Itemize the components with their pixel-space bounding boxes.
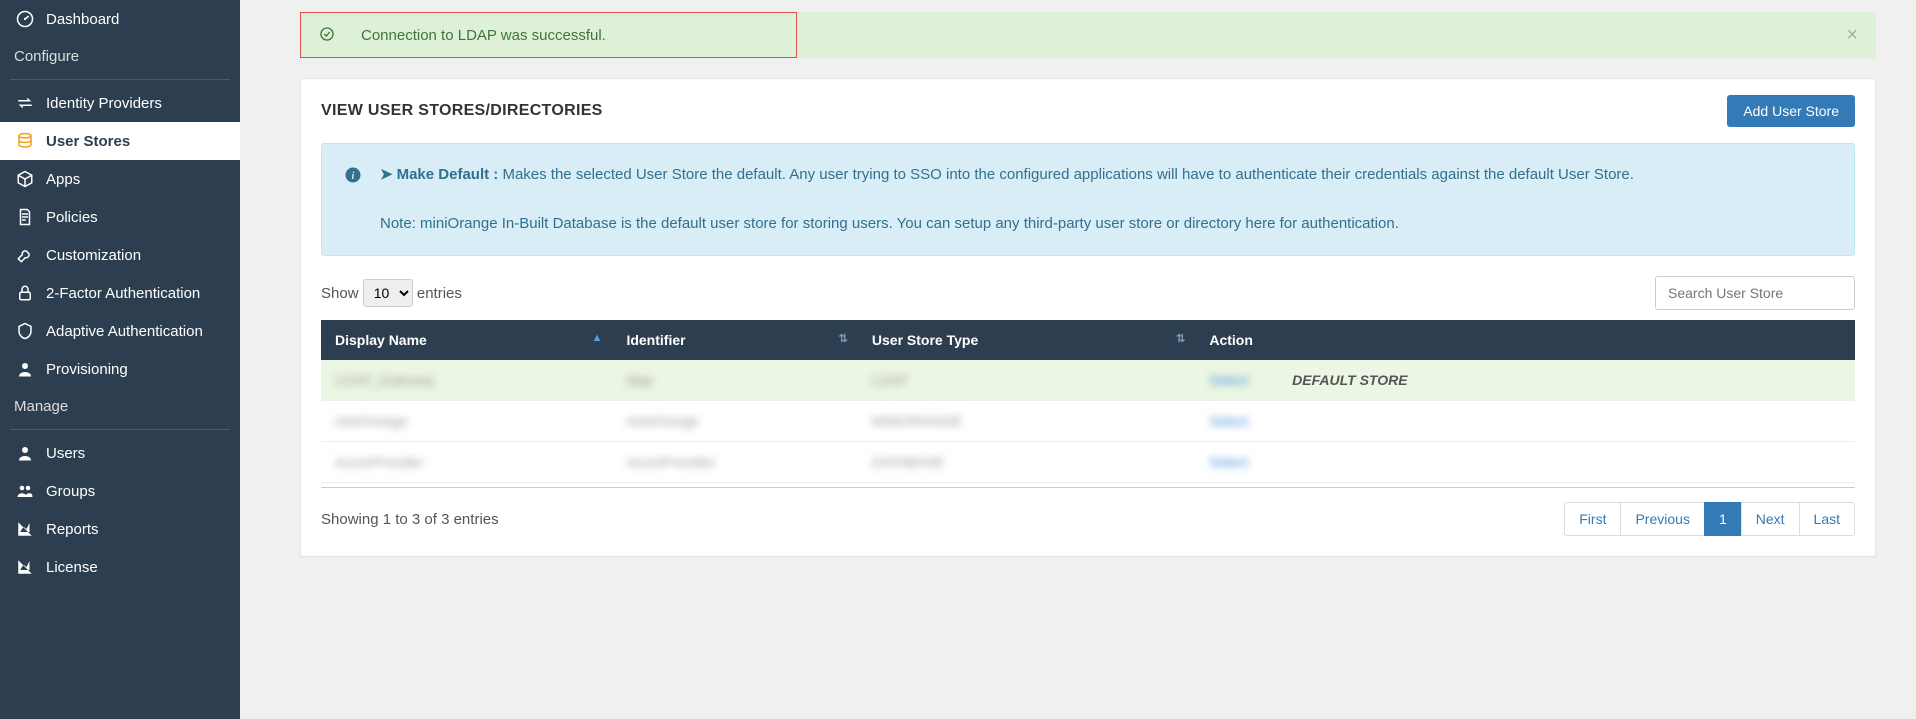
sidebar-item-label: Adaptive Authentication	[46, 323, 203, 340]
table-row: AzureProvider AzureProvider DATABASE Sel…	[321, 442, 1855, 483]
pager-next[interactable]: Next	[1741, 502, 1800, 536]
sidebar: Dashboard Configure Identity Providers U…	[0, 0, 240, 719]
lock-icon	[14, 284, 36, 302]
dashboard-icon	[14, 10, 36, 28]
sidebar-item-label: 2-Factor Authentication	[46, 285, 200, 302]
sidebar-item-label: License	[46, 559, 98, 576]
users-icon	[14, 482, 36, 500]
info-icon: i	[344, 166, 362, 235]
check-circle-icon	[319, 26, 335, 45]
pager-previous[interactable]: Previous	[1620, 502, 1704, 536]
shield-icon	[14, 322, 36, 340]
make-default-label: ➤Make Default :	[380, 166, 498, 183]
sort-asc-icon: ▲	[592, 332, 603, 344]
table-row: LDAP_Gateway ldap LDAP Select DEFAULT ST…	[321, 360, 1855, 401]
alert-close-button[interactable]: ×	[1846, 24, 1858, 47]
make-default-text: Makes the selected User Store the defaul…	[498, 166, 1634, 183]
svg-text:i: i	[352, 171, 355, 182]
pager-last[interactable]: Last	[1799, 502, 1855, 536]
document-icon	[14, 208, 36, 226]
pagination: First Previous 1 Next Last	[1565, 502, 1855, 536]
table-info: Showing 1 to 3 of 3 entries	[321, 511, 499, 528]
col-display-name[interactable]: Display Name ▲	[321, 320, 612, 360]
sidebar-item-2fa[interactable]: 2-Factor Authentication	[0, 274, 240, 312]
chart-icon	[14, 558, 36, 576]
sidebar-item-license[interactable]: License	[0, 548, 240, 586]
sidebar-item-label: Groups	[46, 483, 95, 500]
success-alert: Connection to LDAP was successful. ×	[300, 12, 1876, 58]
col-identifier[interactable]: Identifier ⇅	[612, 320, 857, 360]
sidebar-item-label: Identity Providers	[46, 95, 162, 112]
row-action-link[interactable]: Select	[1209, 372, 1248, 388]
info-note: Note: miniOrange In-Built Database is th…	[380, 213, 1634, 236]
cursor-icon: ➤	[380, 166, 393, 183]
sidebar-item-identity-providers[interactable]: Identity Providers	[0, 84, 240, 122]
sidebar-section-configure: Configure	[0, 38, 240, 75]
sidebar-item-groups[interactable]: Groups	[0, 472, 240, 510]
sidebar-item-label: Reports	[46, 521, 99, 538]
sidebar-item-reports[interactable]: Reports	[0, 510, 240, 548]
add-user-store-button[interactable]: Add User Store	[1727, 95, 1855, 127]
swap-icon	[14, 94, 36, 112]
user-icon	[14, 360, 36, 378]
sidebar-item-label: Policies	[46, 209, 98, 226]
sidebar-item-label: Customization	[46, 247, 141, 264]
sidebar-item-label: User Stores	[46, 133, 130, 150]
main-content: Connection to LDAP was successful. × VIE…	[240, 0, 1916, 719]
sidebar-item-adaptive[interactable]: Adaptive Authentication	[0, 312, 240, 350]
sidebar-item-user-stores[interactable]: User Stores	[0, 122, 240, 160]
user-icon	[14, 444, 36, 462]
sidebar-item-policies[interactable]: Policies	[0, 198, 240, 236]
search-input[interactable]	[1655, 276, 1855, 310]
pager-page-1[interactable]: 1	[1704, 502, 1742, 536]
alert-message: Connection to LDAP was successful.	[361, 27, 606, 44]
sort-icon: ⇅	[839, 332, 848, 345]
sidebar-item-customization[interactable]: Customization	[0, 236, 240, 274]
pager-first[interactable]: First	[1564, 502, 1621, 536]
sidebar-item-provisioning[interactable]: Provisioning	[0, 350, 240, 388]
user-stores-panel: VIEW USER STORES/DIRECTORIES Add User St…	[300, 78, 1876, 557]
col-type[interactable]: User Store Type ⇅	[858, 320, 1195, 360]
sidebar-item-label: Provisioning	[46, 361, 128, 378]
panel-title: VIEW USER STORES/DIRECTORIES	[321, 102, 603, 120]
sidebar-item-apps[interactable]: Apps	[0, 160, 240, 198]
row-action-link[interactable]: Select	[1209, 454, 1248, 470]
info-box: i ➤Make Default : Makes the selected Use…	[321, 143, 1855, 256]
sidebar-item-dashboard[interactable]: Dashboard	[0, 0, 240, 38]
default-store-badge: DEFAULT STORE	[1292, 372, 1407, 388]
sort-icon: ⇅	[1176, 332, 1185, 345]
sidebar-item-label: Apps	[46, 171, 80, 188]
row-action-link[interactable]: Select	[1209, 413, 1248, 429]
box-icon	[14, 170, 36, 188]
entries-selector: Show 10 entries	[321, 279, 462, 307]
sidebar-item-label: Dashboard	[46, 11, 119, 28]
sidebar-item-label: Users	[46, 445, 85, 462]
user-stores-table: Display Name ▲ Identifier ⇅ User Store T…	[321, 320, 1855, 483]
wrench-icon	[14, 246, 36, 264]
sidebar-section-manage: Manage	[0, 388, 240, 425]
page-size-select[interactable]: 10	[363, 279, 413, 307]
col-action: Action	[1195, 320, 1855, 360]
chart-icon	[14, 520, 36, 538]
table-row: miniOrange miniOrange MINIORANGE Select	[321, 401, 1855, 442]
database-icon	[14, 132, 36, 150]
sidebar-item-users[interactable]: Users	[0, 434, 240, 472]
